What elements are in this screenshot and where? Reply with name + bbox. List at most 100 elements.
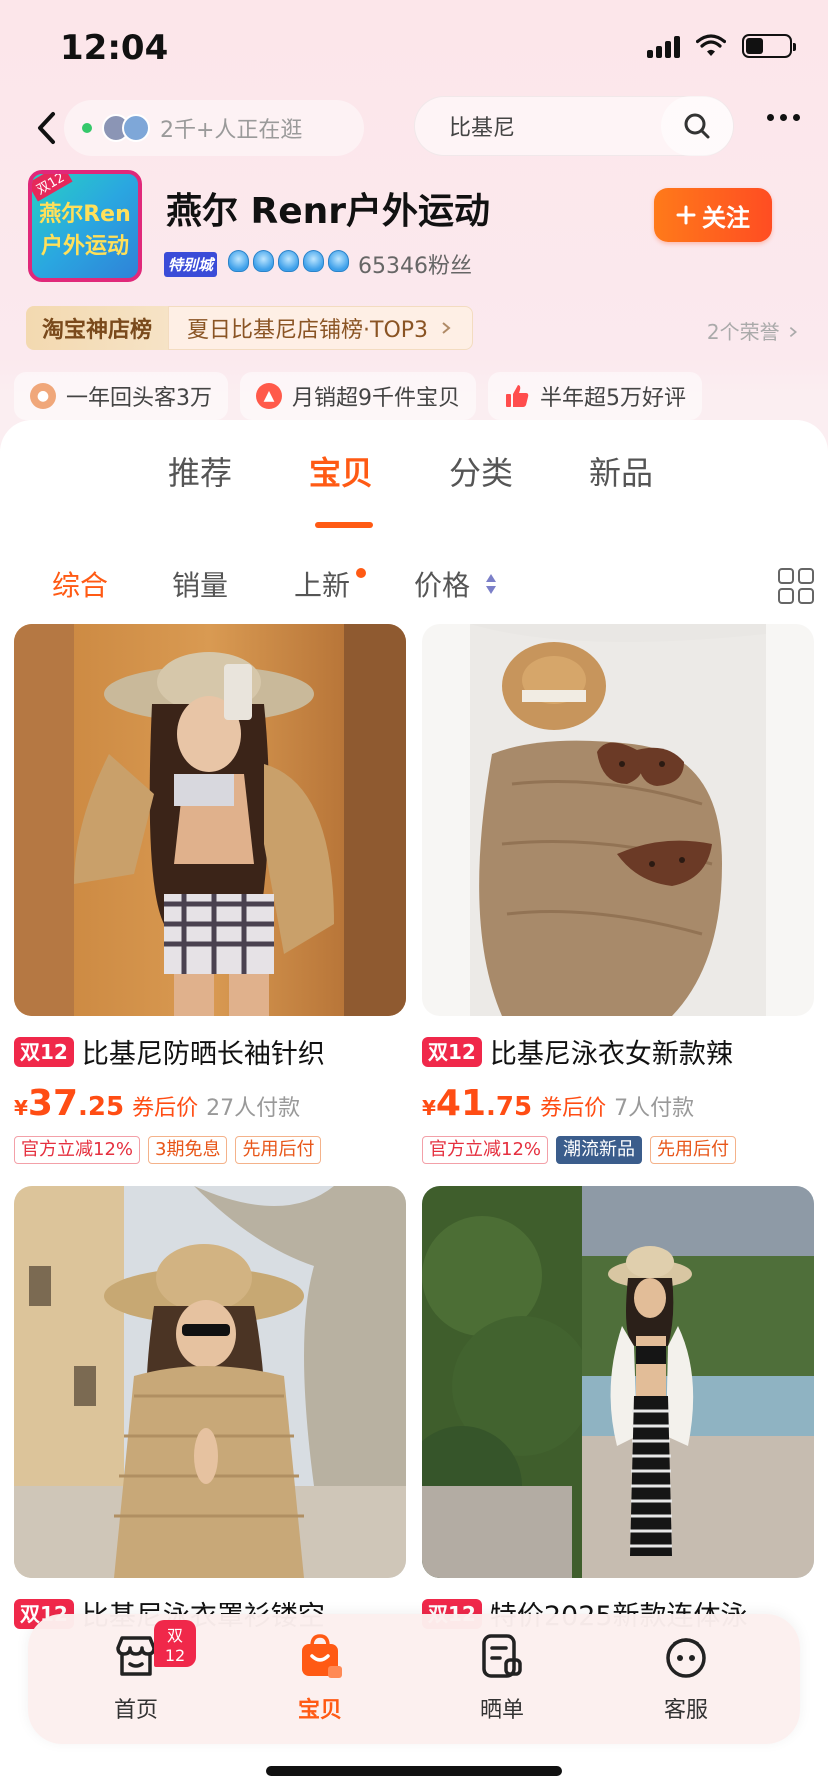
tab-recommend[interactable]: 推荐 <box>168 448 232 494</box>
wifi-icon <box>696 34 726 56</box>
product-badges: 官方立减12% 潮流新品 先用后付 <box>422 1136 814 1164</box>
back-arrow-icon[interactable] <box>28 108 68 148</box>
sort-price[interactable]: 价格 <box>414 564 470 604</box>
feature-text: 一年回头客3万 <box>66 386 212 411</box>
sort-default[interactable]: 综合 <box>52 564 108 604</box>
sort-newest[interactable]: 上新 <box>294 564 350 604</box>
rank-detail: 夏日比基尼店铺榜·TOP3 <box>168 306 474 350</box>
product-image[interactable] <box>14 1186 406 1578</box>
nav-label: 晒单 <box>479 1698 524 1723</box>
chevron-right-icon <box>442 322 451 334</box>
shop-level-tag: 特别城 <box>164 252 218 277</box>
home-shop-icon <box>116 1636 156 1676</box>
product-card[interactable]: 双12 比基尼泳衣罩衫镂空 <box>14 1186 406 1633</box>
price-label: 券后价 <box>540 1096 607 1121</box>
tab-new[interactable]: 新品 <box>589 448 653 494</box>
fans-count: 65346粉丝 <box>358 254 472 279</box>
honors-link[interactable]: 2个荣誉 <box>707 316 800 345</box>
new-indicator-dot <box>356 568 366 578</box>
visitor-avatars <box>102 114 150 142</box>
nav-home[interactable]: 首页 双12 <box>76 1620 196 1724</box>
chevron-right-icon <box>789 326 797 338</box>
grid-view-icon[interactable] <box>778 568 814 604</box>
battery-icon <box>742 34 796 58</box>
badge: 潮流新品 <box>556 1136 643 1164</box>
tab-products[interactable]: 宝贝 <box>309 448 373 494</box>
status-bar: 12:04 <box>0 0 828 100</box>
feature-text: 月销超9千件宝贝 <box>292 386 460 411</box>
up-arrow-icon: ▲ <box>256 383 282 409</box>
search-value: 比基尼 <box>449 116 516 141</box>
sort-bar: 综合 销量 上新 价格 <box>0 540 828 620</box>
home-indicator <box>266 1766 562 1776</box>
sort-arrows-icon[interactable] <box>484 572 498 596</box>
feature-chip: ▲ 月销超9千件宝贝 <box>240 372 476 420</box>
nav-customer-service[interactable]: 客服 <box>626 1632 746 1724</box>
product-photo-swimwear-selfie <box>14 624 406 1016</box>
nav-products[interactable]: 宝贝 <box>260 1632 380 1724</box>
product-title[interactable]: 比基尼泳衣女新款辣 <box>490 1032 733 1071</box>
main-tabs: 推荐 宝贝 分类 新品 <box>0 448 828 528</box>
feature-chip: 半年超5万好评 <box>488 372 702 420</box>
nav-label: 客服 <box>663 1698 708 1723</box>
product-image[interactable] <box>422 1186 814 1578</box>
status-time: 12:04 <box>60 28 169 68</box>
badge: 3期免息 <box>148 1136 228 1164</box>
tab-category[interactable]: 分类 <box>449 448 513 494</box>
product-card[interactable]: 双12 比基尼防晒长袖针织 ¥37.25 券后价 27人付款 官方立减12% 3… <box>14 624 406 1164</box>
crown-icon <box>228 250 249 272</box>
nav-reviews[interactable]: 晒单 <box>442 1632 562 1724</box>
search-input[interactable]: 比基尼 <box>414 96 734 156</box>
product-image[interactable] <box>14 624 406 1016</box>
shop-header: 燕尔Ren 户外运动 双12 燕尔 Renr户外运动 特别城 65346粉丝 关… <box>0 166 828 286</box>
nav-label: 首页 <box>113 1698 158 1723</box>
product-title-row: 双12 比基尼泳衣女新款辣 <box>422 1032 814 1071</box>
plus-icon <box>676 205 696 225</box>
crown-icon <box>278 250 299 272</box>
honors-text: 2个荣誉 <box>706 320 780 344</box>
promo-tag: 双12 <box>422 1036 482 1067</box>
paid-count: 27人付款 <box>206 1096 301 1121</box>
crown-icon <box>303 250 324 272</box>
product-photo-knit-coverup <box>14 1186 406 1578</box>
product-photo-bikini-flatlay <box>422 624 814 1016</box>
product-photo-striped-skirt <box>422 1186 814 1578</box>
product-price: ¥41.75 <box>422 1083 533 1124</box>
search-button[interactable] <box>661 96 733 156</box>
badge: 先用后付 <box>235 1136 322 1164</box>
active-tab-indicator <box>315 522 373 528</box>
product-price: ¥37.25 <box>14 1083 125 1124</box>
logo-line-2: 户外运动 <box>40 234 129 259</box>
cellular-signal-icon <box>647 34 680 58</box>
shop-rating-crowns <box>228 250 349 272</box>
follow-button[interactable]: 关注 <box>654 188 772 242</box>
shop-rank-banner[interactable]: 淘宝神店榜 夏日比基尼店铺榜·TOP3 <box>26 306 474 350</box>
price-row: ¥37.25 券后价 27人付款 <box>14 1083 406 1124</box>
content-panel: 推荐 宝贝 分类 新品 综合 销量 上新 价格 双12 比基尼防晒长袖针织 ¥3… <box>0 420 828 1792</box>
sort-sales[interactable]: 销量 <box>172 564 228 604</box>
visitors-indicator[interactable]: 2千+人正在逛 <box>64 100 364 156</box>
online-dot <box>82 123 92 133</box>
customer-service-icon <box>666 1638 706 1678</box>
product-title[interactable]: 比基尼防晒长袖针织 <box>82 1032 325 1071</box>
product-title-row: 双12 比基尼防晒长袖针织 <box>14 1032 406 1071</box>
shop-logo[interactable]: 燕尔Ren 户外运动 双12 <box>28 170 142 282</box>
shop-feature-chips: ● 一年回头客3万 ▲ 月销超9千件宝贝 半年超5万好评 <box>14 372 702 420</box>
product-image[interactable] <box>422 624 814 1016</box>
shopping-bag-icon <box>302 1634 342 1678</box>
more-options-icon[interactable] <box>767 114 800 121</box>
product-card[interactable]: 双12 特价2025新款连体泳 <box>422 1186 814 1633</box>
bottom-nav: 首页 双12 宝贝 晒单 客服 <box>28 1614 800 1744</box>
badge: 先用后付 <box>650 1136 737 1164</box>
promo-tag: 双12 <box>14 1036 74 1067</box>
feature-chip: ● 一年回头客3万 <box>14 372 228 420</box>
product-card[interactable]: 双12 比基尼泳衣女新款辣 ¥41.75 券后价 7人付款 官方立减12% 潮流… <box>422 624 814 1164</box>
rank-label: 淘宝神店榜 <box>26 306 169 350</box>
crown-icon <box>328 250 349 272</box>
badge: 官方立减12% <box>422 1136 549 1164</box>
search-icon <box>684 113 710 139</box>
thumb-up-icon <box>506 385 529 407</box>
visitors-text: 2千+人正在逛 <box>160 118 303 143</box>
logo-line-1: 燕尔Ren <box>39 202 131 227</box>
shop-name: 燕尔 Renr户外运动 <box>166 191 491 232</box>
